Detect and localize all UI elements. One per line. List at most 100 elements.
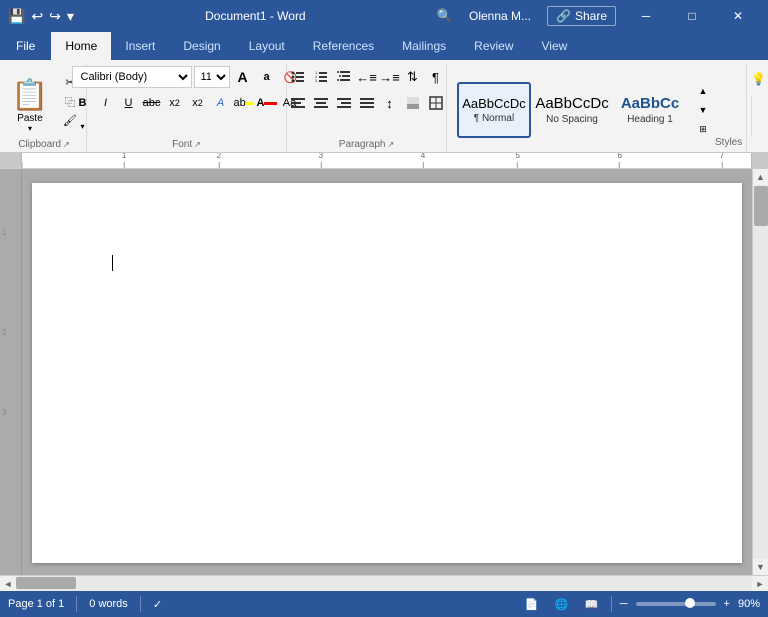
ruler-mark-1: 1 (122, 153, 126, 168)
ruler-mark-5: 5 (515, 153, 519, 168)
undo-icon[interactable]: ↩ (31, 8, 43, 25)
font-group: Calibri (Body) 11 A a 🚫 B I U abc x2 x2 (87, 64, 287, 152)
status-divider-3 (611, 596, 612, 612)
tab-view[interactable]: View (528, 32, 582, 60)
proofing-icon[interactable]: ✓ (153, 598, 162, 611)
superscript-button[interactable]: x2 (187, 92, 209, 114)
numbering-button[interactable]: 1.2.3. (310, 66, 332, 88)
tab-file[interactable]: File (0, 32, 51, 60)
sort-button[interactable]: ⇅ (402, 66, 424, 88)
tab-home[interactable]: Home (51, 32, 111, 60)
close-button[interactable]: ✕ (716, 0, 760, 32)
h-scroll-thumb[interactable] (16, 577, 76, 589)
justify-button[interactable] (356, 92, 378, 114)
strikethrough-button[interactable]: abc (141, 92, 163, 114)
zoom-in-button[interactable]: + (724, 598, 730, 610)
align-right-button[interactable] (333, 92, 355, 114)
font-color-dropdown[interactable]: ▾ (72, 115, 94, 137)
shrink-font-button[interactable]: a (256, 66, 278, 88)
scroll-right-button[interactable]: ► (752, 576, 768, 592)
paste-icon: 📋 (11, 78, 48, 113)
font-size-select[interactable]: 11 (194, 66, 230, 88)
italic-button[interactable]: I (95, 92, 117, 114)
style-normal[interactable]: AaBbCcDc ¶ Normal (457, 82, 531, 138)
line-spacing-button[interactable]: ↕ (379, 92, 401, 114)
status-left: Page 1 of 1 0 words ✓ (8, 596, 162, 612)
style-no-spacing[interactable]: AaBbCcDc No Spacing (535, 82, 609, 138)
zoom-thumb[interactable] (685, 598, 695, 608)
grow-font-button[interactable]: A (232, 66, 254, 88)
scroll-left-button[interactable]: ◄ (0, 576, 16, 592)
tab-review[interactable]: Review (460, 32, 527, 60)
align-center-button[interactable] (310, 92, 332, 114)
style-normal-label: ¶ Normal (474, 113, 514, 124)
ruler-left-margin (0, 153, 22, 168)
zoom-out-button[interactable]: ─ (620, 598, 628, 610)
paragraph-group-label: Paragraph (339, 139, 386, 150)
paste-dropdown-icon[interactable]: ▾ (28, 124, 32, 133)
styles-scroll-buttons: ▲ ▼ ⊞ (695, 82, 711, 138)
bullets-button[interactable] (287, 66, 309, 88)
search-button[interactable]: 🔍 (437, 8, 453, 24)
redo-icon[interactable]: ↪ (49, 8, 61, 25)
highlight-button[interactable]: ab (233, 92, 255, 114)
ruler-mark-6: 6 (618, 153, 622, 168)
share-button[interactable]: 🔗Share (547, 6, 616, 26)
multilevel-list-button[interactable] (333, 66, 355, 88)
styles-scroll-up[interactable]: ▲ (695, 82, 711, 100)
style-no-spacing-label: No Spacing (546, 114, 598, 125)
bold-button[interactable]: B (72, 92, 94, 114)
customize-qat-icon[interactable]: ▾ (67, 8, 74, 25)
show-marks-button[interactable]: ¶ (425, 66, 447, 88)
styles-expand[interactable]: ⊞ (695, 120, 711, 138)
decrease-indent-button[interactable]: ←≡ (356, 66, 378, 88)
save-icon[interactable]: 💾 (8, 8, 25, 25)
text-effects-button[interactable]: A (210, 92, 232, 114)
align-left-button[interactable] (287, 92, 309, 114)
tab-layout[interactable]: Layout (235, 32, 299, 60)
styles-scroll-down[interactable]: ▼ (695, 101, 711, 119)
shading-button[interactable] (402, 92, 424, 114)
style-heading1-preview: AaBbCc (621, 95, 679, 112)
scroll-down-button[interactable]: ▼ (753, 559, 768, 575)
zoom-slider[interactable] (636, 602, 716, 606)
font-expand-icon[interactable]: ↗ (194, 140, 201, 149)
h-scroll-track[interactable] (16, 576, 752, 591)
ruler-area: 1 2 3 4 5 6 7 (0, 153, 768, 169)
underline-button[interactable]: U (118, 92, 140, 114)
tab-design[interactable]: Design (169, 32, 234, 60)
font-name-select[interactable]: Calibri (Body) (72, 66, 192, 88)
web-view-button[interactable]: 🌐 (551, 593, 573, 615)
minimize-button[interactable]: ─ (624, 0, 668, 32)
title-bar: 💾 ↩ ↪ ▾ Document1 - Word 🔍 Olenna M... 🔗… (0, 0, 768, 32)
clipboard-expand-icon[interactable]: ↗ (63, 140, 70, 149)
print-view-button[interactable]: 📄 (521, 593, 543, 615)
tab-references[interactable]: References (299, 32, 388, 60)
paragraph-expand-icon[interactable]: ↗ (388, 140, 395, 149)
user-name: Olenna M... (469, 9, 531, 23)
ribbon: 📋 Paste ▾ ✂ ⿻ 🖌 Clipboard (0, 60, 768, 153)
text-cursor (112, 255, 113, 271)
restore-button[interactable]: □ (670, 0, 714, 32)
increase-indent-button[interactable]: →≡ (379, 66, 401, 88)
document-scroll-area[interactable] (22, 169, 752, 575)
read-view-button[interactable]: 📖 (581, 593, 603, 615)
ruler-right (752, 153, 768, 168)
style-heading1-label: Heading 1 (627, 114, 673, 125)
paste-button[interactable]: 📋 Paste ▾ (6, 74, 54, 130)
user-account[interactable]: Olenna M... (461, 9, 539, 23)
subscript-button[interactable]: x2 (164, 92, 186, 114)
window-title: Document1 - Word (74, 9, 437, 23)
page-marker-1: 1 (2, 228, 6, 237)
font-color-button[interactable]: A (256, 92, 278, 114)
scroll-up-button[interactable]: ▲ (753, 169, 768, 185)
scroll-track[interactable] (753, 185, 768, 559)
scroll-thumb[interactable] (754, 186, 768, 226)
document-page[interactable] (32, 183, 742, 563)
ruler-mark-7: 7 (720, 153, 724, 168)
tab-mailings[interactable]: Mailings (388, 32, 460, 60)
tab-insert[interactable]: Insert (111, 32, 169, 60)
zoom-level: 90% (738, 598, 760, 610)
borders-button[interactable] (425, 92, 447, 114)
style-heading1[interactable]: AaBbCc Heading 1 (613, 82, 687, 138)
